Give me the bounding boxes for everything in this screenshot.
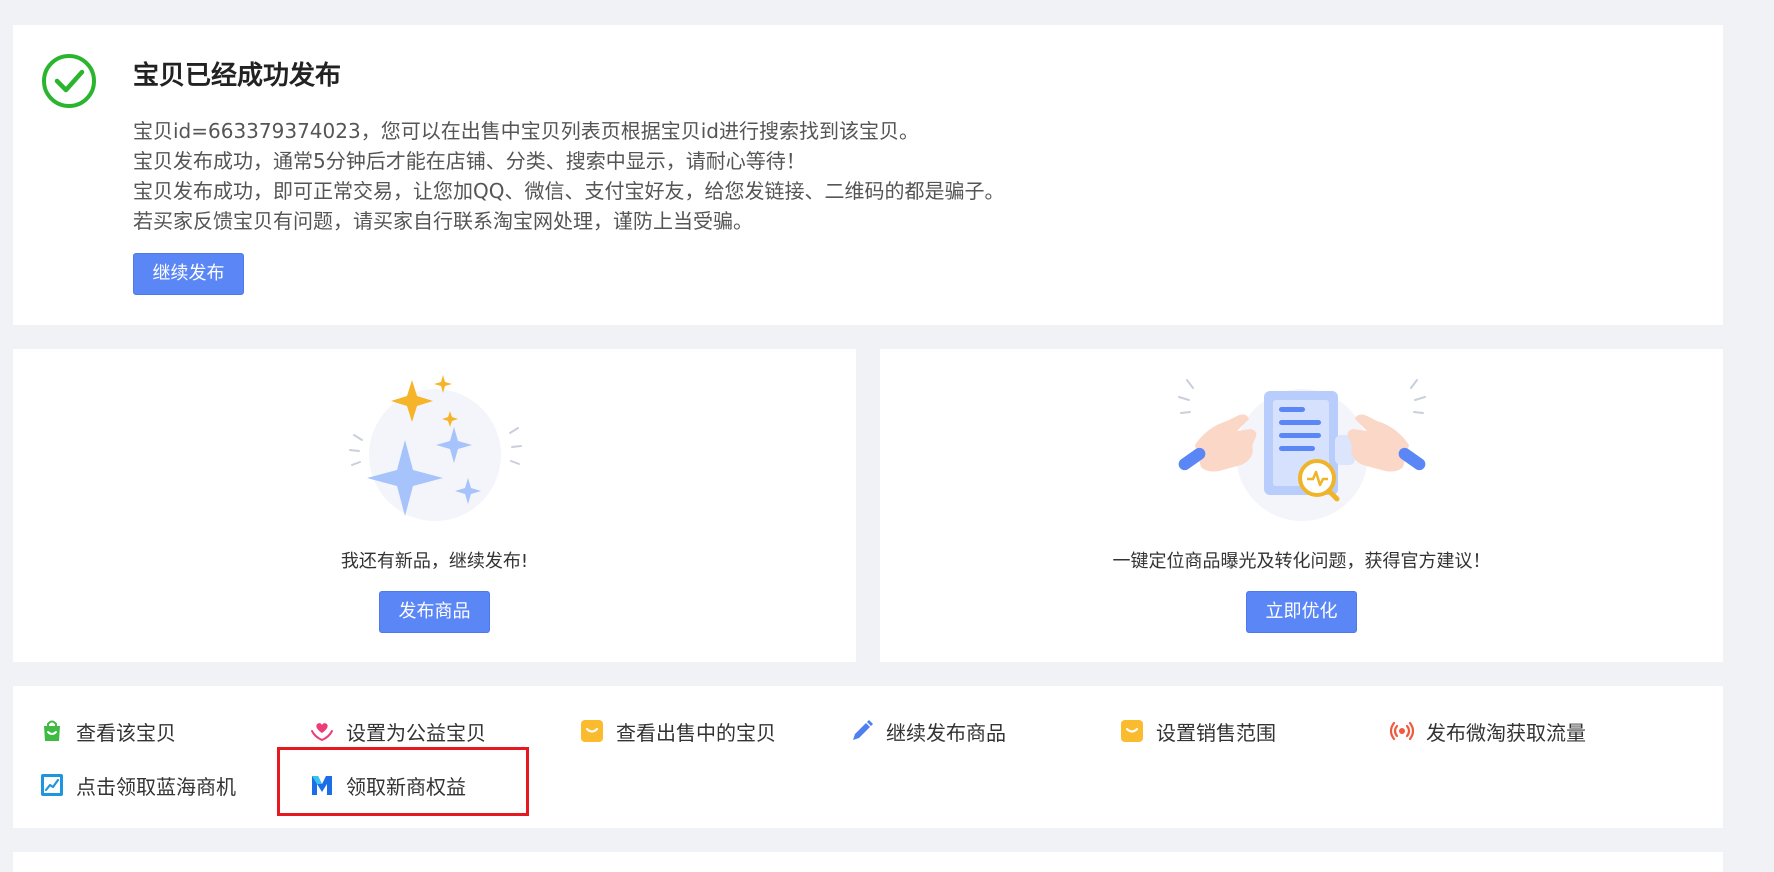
- success-title: 宝贝已经成功发布: [133, 61, 342, 91]
- shopping-bag-icon: [581, 720, 603, 742]
- link-label: 设置销售范围: [1156, 720, 1276, 745]
- quick-links-card: 查看该宝贝 设置为公益宝贝 查看出售中的宝贝 继续发布商品 设置销售范围 发布微…: [13, 686, 1723, 828]
- publish-more-text: 我还有新品，继续发布!: [340, 551, 529, 572]
- link-continue-publish[interactable]: 继续发布商品: [850, 716, 1006, 746]
- pencil-icon: [853, 720, 873, 740]
- optimize-text: 一键定位商品曝光及转化问题，获得官方建议！: [1112, 551, 1491, 572]
- success-message-list: 宝贝id=663379374023，您可以在出售中宝贝列表页根据宝贝id进行搜索…: [133, 116, 1004, 236]
- link-view-item[interactable]: 查看该宝贝: [40, 716, 176, 746]
- link-label: 发布微淘获取流量: [1426, 720, 1586, 745]
- check-circle-icon: [42, 54, 96, 108]
- link-publish-weitao[interactable]: 发布微淘获取流量: [1390, 716, 1586, 746]
- link-label: 查看该宝贝: [76, 720, 176, 745]
- publish-more-card: 我还有新品，继续发布! 发布商品: [13, 349, 856, 662]
- shopping-bag-icon: [1121, 720, 1143, 742]
- optimize-now-button[interactable]: 立即优化: [1246, 591, 1357, 633]
- link-label: 点击领取蓝海商机: [76, 774, 236, 799]
- publish-product-button[interactable]: 发布商品: [379, 591, 490, 633]
- optimize-card: 一键定位商品曝光及转化问题，获得官方建议！ 立即优化: [880, 349, 1723, 662]
- heart-hands-icon: [311, 723, 333, 742]
- link-blue-ocean[interactable]: 点击领取蓝海商机: [40, 770, 236, 800]
- broadcast-icon: [1390, 721, 1414, 741]
- link-set-sales-range[interactable]: 设置销售范围: [1120, 716, 1276, 746]
- link-set-charity[interactable]: 设置为公益宝贝: [310, 716, 486, 746]
- success-message-line: 宝贝发布成功，通常5分钟后才能在店铺、分类、搜索中显示，请耐心等待！: [133, 149, 806, 173]
- success-message-line: 宝贝id=663379374023，您可以在出售中宝贝列表页根据宝贝id进行搜索…: [133, 119, 919, 143]
- success-card: 宝贝已经成功发布 宝贝id=663379374023，您可以在出售中宝贝列表页根…: [13, 25, 1723, 325]
- shopping-bag-icon: [44, 720, 60, 741]
- success-message-line: 若买家反馈宝贝有问题，请买家自行联系淘宝网处理，谨防上当受骗。: [133, 209, 753, 233]
- link-label: 查看出售中的宝贝: [616, 720, 776, 745]
- link-view-on-sale[interactable]: 查看出售中的宝贝: [580, 716, 776, 746]
- next-section-card: [13, 852, 1723, 872]
- highlight-annotation-box: [277, 747, 529, 816]
- link-label: 继续发布商品: [886, 720, 1006, 745]
- chart-icon: [41, 774, 63, 796]
- link-label: 设置为公益宝贝: [346, 720, 486, 745]
- continue-publish-button[interactable]: 继续发布: [133, 253, 244, 295]
- sparkles-illustration: [348, 375, 522, 521]
- success-message-line: 宝贝发布成功，即可正常交易，让您加QQ、微信、支付宝好友，给您发链接、二维码的都…: [133, 179, 1005, 203]
- document-search-illustration: [1177, 379, 1426, 521]
